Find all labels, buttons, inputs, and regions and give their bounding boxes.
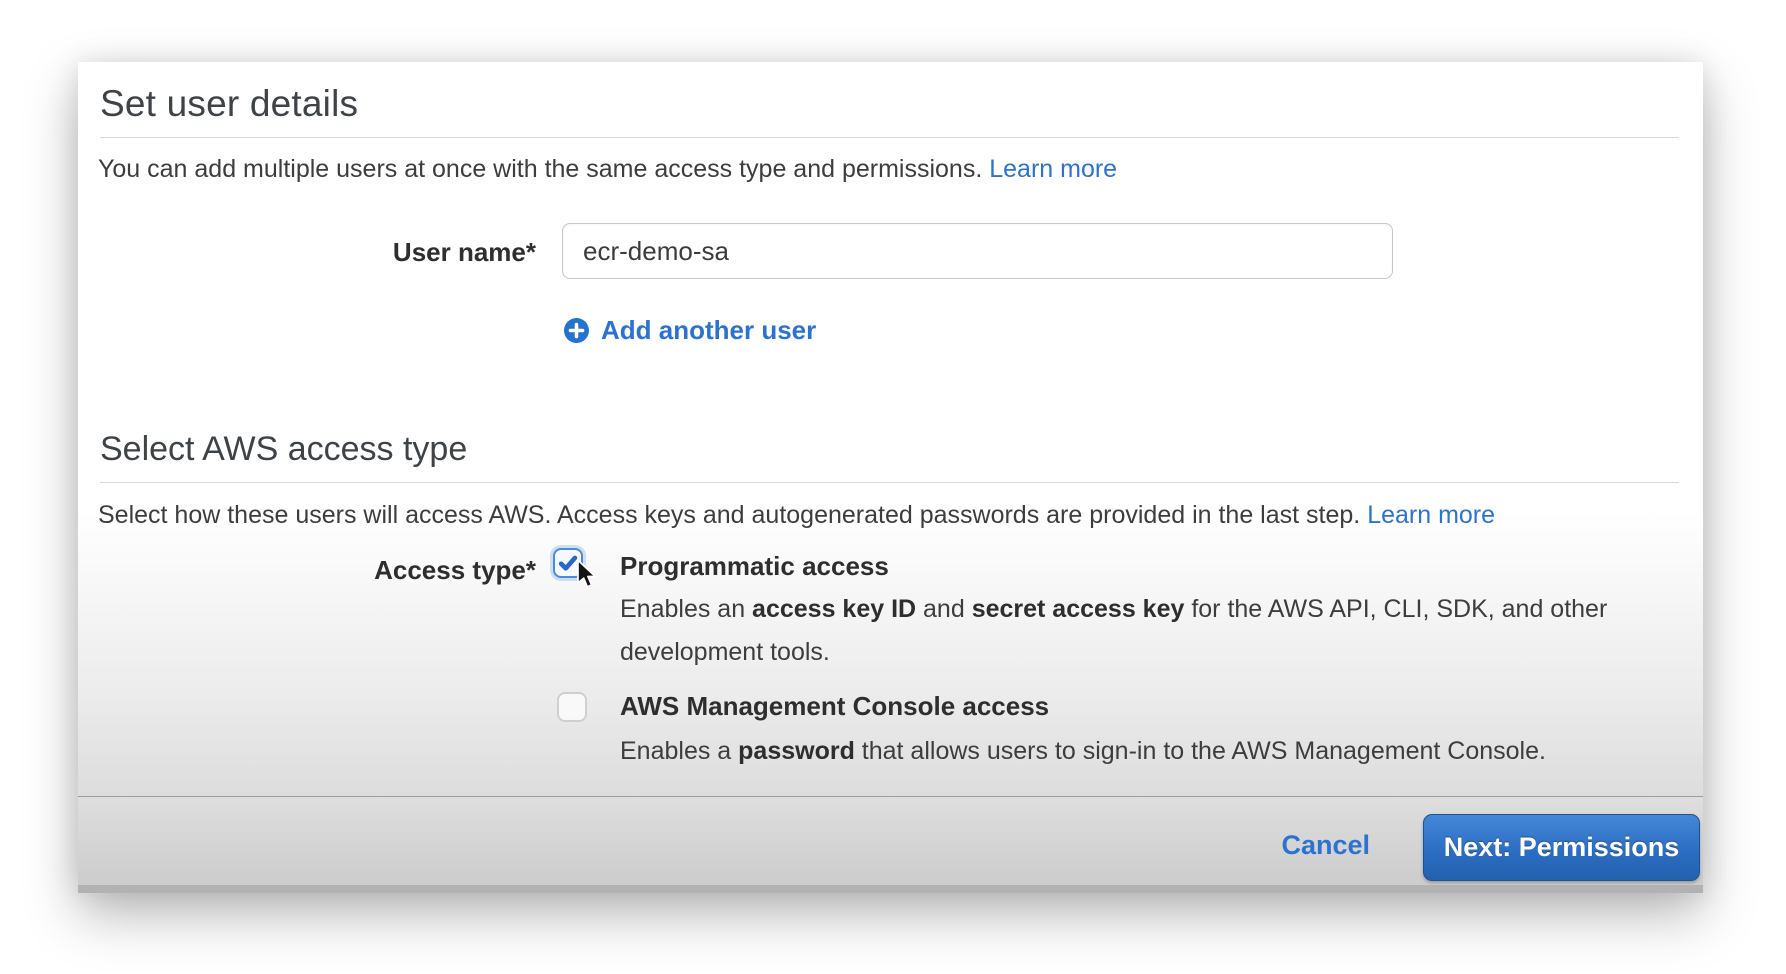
username-label: User name* <box>100 236 536 268</box>
learn-more-link-users[interactable]: Learn more <box>989 155 1117 183</box>
learn-more-link-access[interactable]: Learn more <box>1367 501 1495 529</box>
intro-sentence: You can add multiple users at once with … <box>98 155 982 183</box>
section-title-access-type: Select AWS access type <box>100 428 467 470</box>
access-intro-sentence: Select how these users will access AWS. … <box>98 501 1360 529</box>
console-access-label[interactable]: AWS Management Console access <box>620 690 1049 722</box>
console-access-description: Enables a password that allows users to … <box>620 734 1700 768</box>
intro-text: You can add multiple users at once with … <box>98 152 1117 186</box>
plus-circle-icon <box>564 318 589 343</box>
add-another-user-button[interactable]: Add another user <box>564 314 816 346</box>
section-divider <box>100 482 1679 483</box>
next-permissions-button[interactable]: Next: Permissions <box>1423 814 1700 881</box>
add-another-user-label: Add another user <box>601 314 816 346</box>
programmatic-access-description: Enables an access key ID and secret acce… <box>620 588 1620 674</box>
programmatic-access-label[interactable]: Programmatic access <box>620 550 889 582</box>
page-title: Set user details <box>100 82 358 126</box>
console-access-checkbox[interactable] <box>557 692 587 722</box>
programmatic-access-checkbox[interactable] <box>553 548 583 578</box>
access-intro-text: Select how these users will access AWS. … <box>98 498 1495 532</box>
username-input[interactable] <box>562 223 1393 279</box>
title-divider <box>100 137 1679 138</box>
checkmark-icon <box>557 552 579 574</box>
wizard-footer: Cancel Next: Permissions <box>78 796 1703 893</box>
access-type-label: Access type* <box>100 554 536 586</box>
cancel-button[interactable]: Cancel <box>1281 829 1370 861</box>
set-user-details-panel: Set user details You can add multiple us… <box>78 62 1703 893</box>
